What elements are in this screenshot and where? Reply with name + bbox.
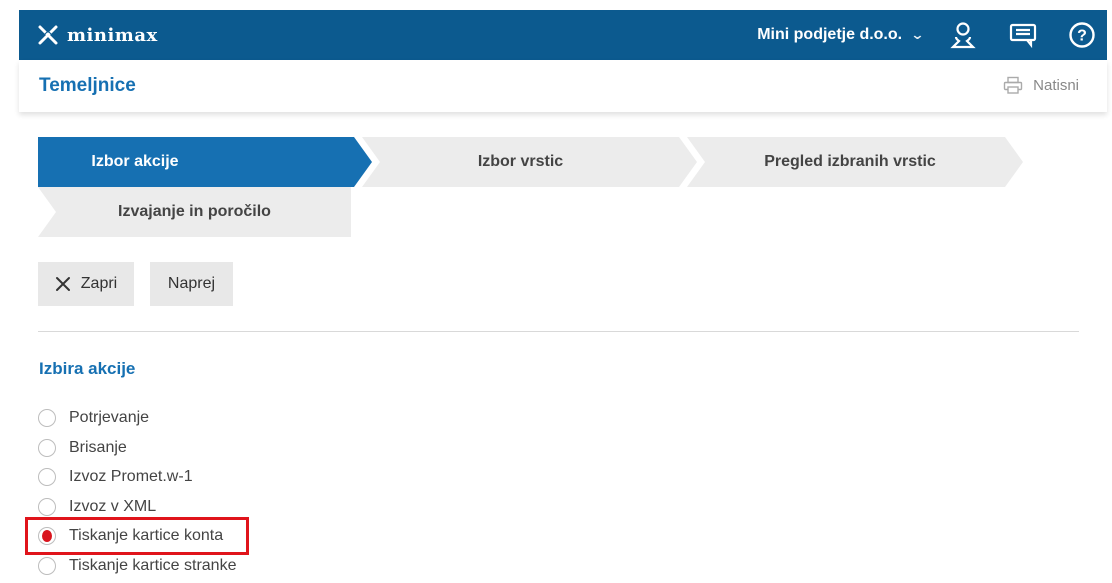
radio-option-tiskanje-kartice-stranke[interactable]: Tiskanje kartice stranke (38, 554, 236, 578)
page-title: Temeljnice (39, 75, 136, 96)
close-button-label: Zapri (80, 275, 118, 292)
radio-label: Brisanje (69, 439, 127, 456)
radio-option-potrjevanje[interactable]: Potrjevanje (38, 406, 149, 430)
printer-icon (1003, 76, 1023, 94)
step-label: Izvajanje in poročilo (118, 203, 271, 220)
radio-option-brisanje[interactable]: Brisanje (38, 436, 127, 460)
print-label: Natisni (1033, 76, 1079, 94)
radio-option-izvoz-xml[interactable]: Izvoz v XML (38, 495, 156, 519)
radio-label: Potrjevanje (69, 409, 150, 426)
radio-button[interactable] (38, 409, 56, 427)
divider (38, 331, 1079, 332)
radio-button[interactable] (38, 468, 56, 486)
close-icon (55, 277, 70, 291)
company-name: Mini podjetje d.o.o. (757, 26, 903, 43)
highlight-box (25, 517, 249, 555)
radio-label: Izvoz Promet.w-1 (69, 468, 193, 485)
top-bar: minimax Mini podjetje d.o.o. ⌄ ? (19, 10, 1107, 60)
step-label: Pregled izbranih vrstic (764, 153, 936, 170)
user-icon[interactable] (947, 19, 979, 51)
next-button[interactable]: Naprej (150, 262, 233, 306)
step-label: Izbor akcije (91, 153, 179, 170)
chevron-down-icon: ⌄ (910, 27, 925, 42)
step-shape (38, 137, 372, 187)
wizard-step-pregled-izbranih-vrstic[interactable]: Pregled izbranih vrstic (687, 137, 1023, 187)
logo[interactable]: minimax (37, 10, 158, 60)
messages-icon[interactable] (1007, 19, 1039, 51)
help-icon[interactable]: ? (1066, 19, 1098, 51)
wizard-step-izvajanje-in-porocilo[interactable]: Izvajanje in poročilo (38, 187, 351, 237)
minimax-logo-icon (38, 25, 58, 45)
wizard-step-izbor-vrstic[interactable]: Izbor vrstic (362, 137, 697, 187)
logo-text: minimax (67, 24, 158, 46)
wizard-step-izbor-akcije[interactable]: Izbor akcije (38, 137, 372, 187)
close-button[interactable]: Zapri (38, 262, 134, 306)
page-header: Temeljnice Natisni (19, 60, 1107, 112)
svg-text:?: ? (1077, 28, 1087, 45)
radio-button[interactable] (38, 439, 56, 457)
step-label: Izbor vrstic (477, 153, 564, 170)
radio-button[interactable] (38, 498, 56, 516)
radio-label: Tiskanje kartice stranke (69, 557, 237, 574)
next-button-label: Naprej (167, 275, 216, 292)
company-selector[interactable]: Mini podjetje d.o.o. ⌄ (757, 10, 925, 60)
radio-button[interactable] (38, 557, 56, 575)
section-title: Izbira akcije (39, 359, 136, 378)
radio-label: Izvoz v XML (69, 498, 157, 515)
radio-option-izvoz-promet[interactable]: Izvoz Promet.w-1 (38, 465, 193, 489)
print-button[interactable]: Natisni (1003, 76, 1079, 94)
